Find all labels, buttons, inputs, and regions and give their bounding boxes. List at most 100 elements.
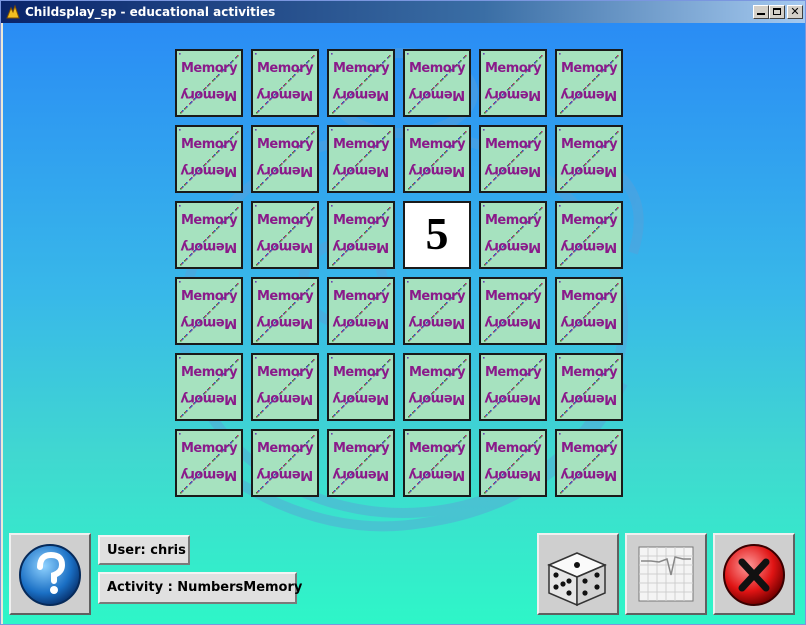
card-back-text-inverted: Memory bbox=[180, 163, 238, 178]
minimize-icon bbox=[757, 13, 765, 15]
close-button[interactable]: ✕ bbox=[787, 5, 803, 19]
activity-area: Memory Memory Memory Memory Memory Memory Memo… bbox=[3, 23, 805, 624]
card-back-text: Memory bbox=[180, 61, 238, 76]
card-back-text: Memory bbox=[256, 365, 314, 380]
card-back-text: Memory bbox=[560, 137, 618, 152]
card-back-text-inverted: Memory bbox=[560, 467, 618, 482]
memory-card[interactable]: Memory Memory bbox=[479, 429, 547, 497]
memory-card[interactable]: Memory Memory bbox=[479, 49, 547, 117]
card-back-text-inverted: Memory bbox=[484, 467, 542, 482]
memory-card[interactable]: Memory Memory bbox=[251, 125, 319, 193]
app-icon bbox=[6, 4, 20, 19]
card-back-text-inverted: Memory bbox=[332, 315, 390, 330]
card-back-text: Memory bbox=[256, 289, 314, 304]
card-back-text-inverted: Memory bbox=[560, 87, 618, 102]
memory-card[interactable]: Memory Memory bbox=[175, 353, 243, 421]
card-back-text: Memory bbox=[484, 365, 542, 380]
card-back-text: Memory bbox=[560, 61, 618, 76]
maximize-button[interactable] bbox=[769, 5, 785, 19]
card-back-text: Memory bbox=[332, 213, 390, 228]
card-number: 5 bbox=[425, 208, 449, 259]
card-back-text-inverted: Memory bbox=[408, 163, 466, 178]
card-back-text: Memory bbox=[560, 441, 618, 456]
memory-card[interactable]: Memory Memory bbox=[327, 49, 395, 117]
help-button[interactable] bbox=[9, 533, 91, 615]
question-mark-icon bbox=[19, 544, 81, 606]
card-back-text-inverted: Memory bbox=[560, 239, 618, 254]
card-back-text: Memory bbox=[332, 61, 390, 76]
memory-card[interactable]: Memory Memory bbox=[479, 125, 547, 193]
x-close-icon bbox=[723, 544, 785, 606]
card-back-text-inverted: Memory bbox=[180, 239, 238, 254]
memory-card[interactable]: Memory Memory bbox=[479, 201, 547, 269]
memory-card[interactable]: Memory Memory bbox=[403, 277, 471, 345]
card-back-text-inverted: Memory bbox=[256, 239, 314, 254]
memory-card[interactable]: Memory Memory bbox=[327, 353, 395, 421]
user-label: User: chris bbox=[98, 535, 190, 565]
memory-card[interactable]: Memory Memory bbox=[555, 49, 623, 117]
card-back-text-inverted: Memory bbox=[560, 391, 618, 406]
memory-card[interactable]: Memory Memory bbox=[251, 353, 319, 421]
dice-button[interactable] bbox=[537, 533, 619, 615]
memory-card[interactable]: Memory Memory bbox=[327, 125, 395, 193]
memory-card[interactable]: Memory Memory bbox=[175, 277, 243, 345]
dice-icon bbox=[547, 552, 607, 607]
memory-card[interactable]: Memory Memory bbox=[175, 201, 243, 269]
card-back-text-inverted: Memory bbox=[408, 315, 466, 330]
card-back-text-inverted: Memory bbox=[332, 391, 390, 406]
memory-card[interactable]: Memory Memory bbox=[555, 125, 623, 193]
card-back-text: Memory bbox=[408, 289, 466, 304]
card-back-text-inverted: Memory bbox=[484, 391, 542, 406]
memory-card[interactable]: Memory Memory bbox=[251, 429, 319, 497]
minimize-button[interactable] bbox=[753, 5, 769, 19]
card-back-text-inverted: Memory bbox=[180, 87, 238, 102]
card-back-text-inverted: Memory bbox=[180, 467, 238, 482]
memory-card[interactable]: Memory Memory bbox=[251, 201, 319, 269]
memory-card[interactable]: Memory Memory bbox=[479, 277, 547, 345]
card-back-text: Memory bbox=[256, 213, 314, 228]
close-icon: ✕ bbox=[790, 5, 800, 18]
card-back-text-inverted: Memory bbox=[484, 239, 542, 254]
memory-card[interactable]: Memory Memory bbox=[175, 125, 243, 193]
card-back-text: Memory bbox=[256, 61, 314, 76]
card-back-text: Memory bbox=[560, 213, 618, 228]
card-back-text-inverted: Memory bbox=[332, 163, 390, 178]
card-back-text-inverted: Memory bbox=[332, 239, 390, 254]
graph-button[interactable] bbox=[625, 533, 707, 615]
memory-card-revealed[interactable]: 5 bbox=[403, 201, 471, 269]
memory-card[interactable]: Memory Memory bbox=[403, 429, 471, 497]
memory-card[interactable]: Memory Memory bbox=[175, 429, 243, 497]
memory-card[interactable]: Memory Memory bbox=[327, 277, 395, 345]
memory-card[interactable]: Memory Memory bbox=[555, 429, 623, 497]
card-back-text: Memory bbox=[332, 137, 390, 152]
card-back-text-inverted: Memory bbox=[408, 87, 466, 102]
memory-card[interactable]: Memory Memory bbox=[555, 277, 623, 345]
graph-icon bbox=[638, 546, 694, 602]
memory-card[interactable]: Memory Memory bbox=[479, 353, 547, 421]
title-bar[interactable]: Childsplay_sp - educational activities ✕ bbox=[1, 1, 805, 23]
card-back-text: Memory bbox=[408, 441, 466, 456]
card-back-text-inverted: Memory bbox=[180, 391, 238, 406]
memory-card[interactable]: Memory Memory bbox=[327, 201, 395, 269]
memory-card[interactable]: Memory Memory bbox=[403, 353, 471, 421]
card-back-text-inverted: Memory bbox=[484, 87, 542, 102]
memory-card[interactable]: Memory Memory bbox=[403, 49, 471, 117]
memory-card[interactable]: Memory Memory bbox=[327, 429, 395, 497]
memory-card[interactable]: Memory Memory bbox=[403, 125, 471, 193]
quit-button[interactable] bbox=[713, 533, 795, 615]
app-window: Childsplay_sp - educational activities ✕… bbox=[0, 0, 806, 625]
card-back-text-inverted: Memory bbox=[256, 163, 314, 178]
card-back-text: Memory bbox=[332, 441, 390, 456]
memory-card[interactable]: Memory Memory bbox=[175, 49, 243, 117]
memory-card[interactable]: Memory Memory bbox=[555, 201, 623, 269]
card-back-text: Memory bbox=[484, 289, 542, 304]
card-back-text: Memory bbox=[332, 289, 390, 304]
card-back-text-inverted: Memory bbox=[560, 163, 618, 178]
memory-card[interactable]: Memory Memory bbox=[251, 49, 319, 117]
memory-card[interactable]: Memory Memory bbox=[251, 277, 319, 345]
memory-card[interactable]: Memory Memory bbox=[555, 353, 623, 421]
card-back-text: Memory bbox=[408, 365, 466, 380]
card-back-text-inverted: Memory bbox=[332, 467, 390, 482]
card-back-text-inverted: Memory bbox=[560, 315, 618, 330]
card-back-text: Memory bbox=[408, 137, 466, 152]
